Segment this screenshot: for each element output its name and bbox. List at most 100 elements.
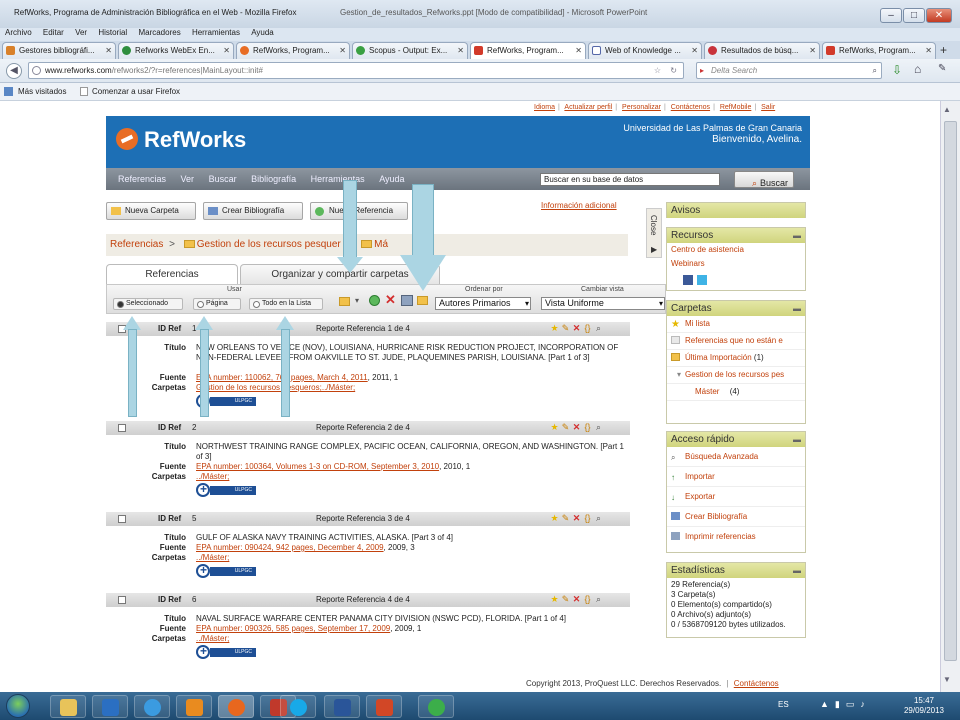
link-centro-asistencia[interactable]: Centro de asistencia <box>667 243 805 257</box>
delete-icon[interactable]: ✕ <box>572 514 581 523</box>
download-icon[interactable]: ⇩ <box>892 63 902 77</box>
browser-tab-7[interactable]: Resultados de búsq... ✕ <box>704 42 820 59</box>
record-folders-link[interactable]: Gestion de los recursos pesqueros;../Más… <box>196 383 355 392</box>
folder-master[interactable]: Máster (4) <box>667 384 805 401</box>
language-indicator[interactable]: ES <box>778 700 789 709</box>
carpetas-header[interactable]: Carpetas ▬ <box>667 301 805 316</box>
recursos-header[interactable]: Recursos ▬ <box>667 228 805 243</box>
link-busqueda-avanzada[interactable]: ⌕ Búsqueda Avanzada <box>667 447 805 467</box>
star-icon[interactable]: ★ <box>550 514 559 523</box>
code-braces-icon[interactable]: {} <box>583 423 592 432</box>
home-icon[interactable]: ⌂ <box>914 62 921 76</box>
nav-ver[interactable]: Ver <box>181 168 195 190</box>
remove-from-folder-icon[interactable] <box>417 296 428 305</box>
collapse-icon[interactable]: ▬ <box>793 432 801 447</box>
link-crear-bibliografia[interactable]: Crear Bibliografía <box>667 507 805 527</box>
maximize-button[interactable]: □ <box>903 8 925 23</box>
delete-icon[interactable]: ✕ <box>385 292 396 308</box>
estadisticas-header[interactable]: Estadísticas ▬ <box>667 563 805 578</box>
edit-icon[interactable]: ✎ <box>561 324 570 333</box>
tab-close-icon[interactable]: ✕ <box>809 43 816 58</box>
link-importar[interactable]: ↑ Importar <box>667 467 805 487</box>
url-bar[interactable]: www.refworks.com/refworks2/?r=references… <box>28 62 684 79</box>
ulpgc-link-button[interactable]: ULPGC <box>196 563 256 578</box>
star-icon[interactable]: ★ <box>550 595 559 604</box>
buscar-button[interactable]: ⌕ Buscar <box>734 171 794 188</box>
browser-tab-5-active[interactable]: RefWorks, Program... ✕ <box>470 42 586 59</box>
add-to-folder-icon[interactable] <box>339 297 350 306</box>
tab-close-icon[interactable]: ✕ <box>691 43 698 58</box>
code-braces-icon[interactable]: {} <box>583 514 592 523</box>
taskbar-globe[interactable] <box>418 695 454 718</box>
browser-tab-8[interactable]: RefWorks, Program... ✕ <box>822 42 936 59</box>
folder-mi-lista[interactable]: ★ Mi lista <box>667 316 805 333</box>
delete-icon[interactable]: ✕ <box>572 595 581 604</box>
menu-marcadores[interactable]: Marcadores <box>138 28 180 37</box>
bookmark-comenzar[interactable]: Comenzar a usar Firefox <box>92 87 180 96</box>
taskbar-skype[interactable] <box>280 695 316 718</box>
bookmark-mas-visitados[interactable]: Más visitados <box>18 87 66 96</box>
link-idioma[interactable]: Idioma <box>534 104 555 111</box>
taskbar-media[interactable] <box>92 695 128 718</box>
menu-editar[interactable]: Editar <box>43 28 64 37</box>
radio-todo-lista[interactable]: Todo en la Lista <box>249 298 323 310</box>
collapse-icon[interactable]: ▬ <box>793 563 801 578</box>
link-webinars[interactable]: Webinars <box>667 257 805 271</box>
tab-close-icon[interactable]: ✕ <box>339 43 346 58</box>
tab-close-icon[interactable]: ✕ <box>105 43 112 58</box>
record-folders-link[interactable]: ../Máster; <box>196 472 229 481</box>
twitter-icon[interactable] <box>697 275 707 285</box>
browser-tab-2[interactable]: Refworks WebEx En... ✕ <box>118 42 234 59</box>
taskbar-firefox[interactable] <box>218 695 254 718</box>
more-info-link[interactable]: Información adicional <box>541 201 617 210</box>
breadcrumb-sub[interactable]: Má <box>374 239 388 250</box>
avisos-header[interactable]: Avisos <box>667 203 805 218</box>
footer-contact-link[interactable]: Contáctenos <box>734 679 779 688</box>
radio-pagina[interactable]: Página <box>193 298 241 310</box>
delete-icon[interactable]: ✕ <box>572 423 581 432</box>
record-folders-link[interactable]: ../Máster; <box>196 553 229 562</box>
minimize-button[interactable]: – <box>880 8 902 23</box>
acceso-rapido-header[interactable]: Acceso rápido ▬ <box>667 432 805 447</box>
link-exportar[interactable]: ↓ Exportar <box>667 487 805 507</box>
reload-icon[interactable]: ↻ <box>670 63 677 78</box>
edit-icon[interactable]: ✎ <box>561 595 570 604</box>
record-source-link[interactable]: EPA number: 090326, 585 pages, September… <box>196 624 390 633</box>
check-icon[interactable] <box>369 295 380 306</box>
menu-herramientas[interactable]: Herramientas <box>192 28 240 37</box>
breadcrumb-referencias[interactable]: Referencias <box>110 239 163 250</box>
scroll-down-icon[interactable]: ▼ <box>943 675 951 684</box>
magnifier-icon[interactable]: ⌕ <box>594 514 603 523</box>
link-personalizar[interactable]: Personalizar <box>622 104 661 111</box>
ulpgc-link-button[interactable]: ULPGC <box>196 644 256 659</box>
nav-buscar[interactable]: Buscar <box>209 168 237 190</box>
menu-historial[interactable]: Historial <box>98 28 127 37</box>
scroll-up-icon[interactable]: ▲ <box>943 105 951 114</box>
expand-icon[interactable]: ▾ <box>677 370 681 379</box>
nav-bibliografia[interactable]: Bibliografía <box>251 168 296 190</box>
close-window-button[interactable]: ✕ <box>926 8 952 23</box>
tab-close-icon[interactable]: ✕ <box>223 43 230 58</box>
search-icon[interactable]: ⌕ <box>873 63 877 78</box>
taskbar-ie[interactable] <box>134 695 170 718</box>
browser-tab-6[interactable]: Web of Knowledge ... ✕ <box>588 42 702 59</box>
taskbar-outlook[interactable] <box>176 695 212 718</box>
menu-archivo[interactable]: Archivo <box>5 28 32 37</box>
tab-referencias[interactable]: Referencias <box>106 264 238 284</box>
create-bibliography-button[interactable]: Crear Bibliografía <box>203 202 303 220</box>
taskbar-clock[interactable]: 15:47 29/09/2013 <box>904 696 944 716</box>
browser-search-input[interactable]: ▸ Delta Search ⌕ <box>696 62 882 79</box>
tab-close-icon[interactable]: ✕ <box>575 43 582 58</box>
edit-icon[interactable]: ✎ <box>561 423 570 432</box>
nav-ayuda[interactable]: Ayuda <box>379 168 404 190</box>
collapse-icon[interactable]: ▬ <box>793 301 801 316</box>
tools-icon[interactable]: ✎ <box>938 63 946 74</box>
link-imprimir[interactable]: Imprimir referencias <box>667 527 805 547</box>
menu-ayuda[interactable]: Ayuda <box>251 28 274 37</box>
breadcrumb-folder[interactable]: Gestion de los recursos pesquer <box>197 239 341 250</box>
star-icon[interactable]: ★ <box>550 423 559 432</box>
menu-ver[interactable]: Ver <box>75 28 87 37</box>
code-braces-icon[interactable]: {} <box>583 595 592 604</box>
link-actualizar-perfil[interactable]: Actualizar perfil <box>564 104 612 111</box>
folder-gestion-recursos[interactable]: ▾ Gestion de los recursos pes <box>667 367 805 384</box>
